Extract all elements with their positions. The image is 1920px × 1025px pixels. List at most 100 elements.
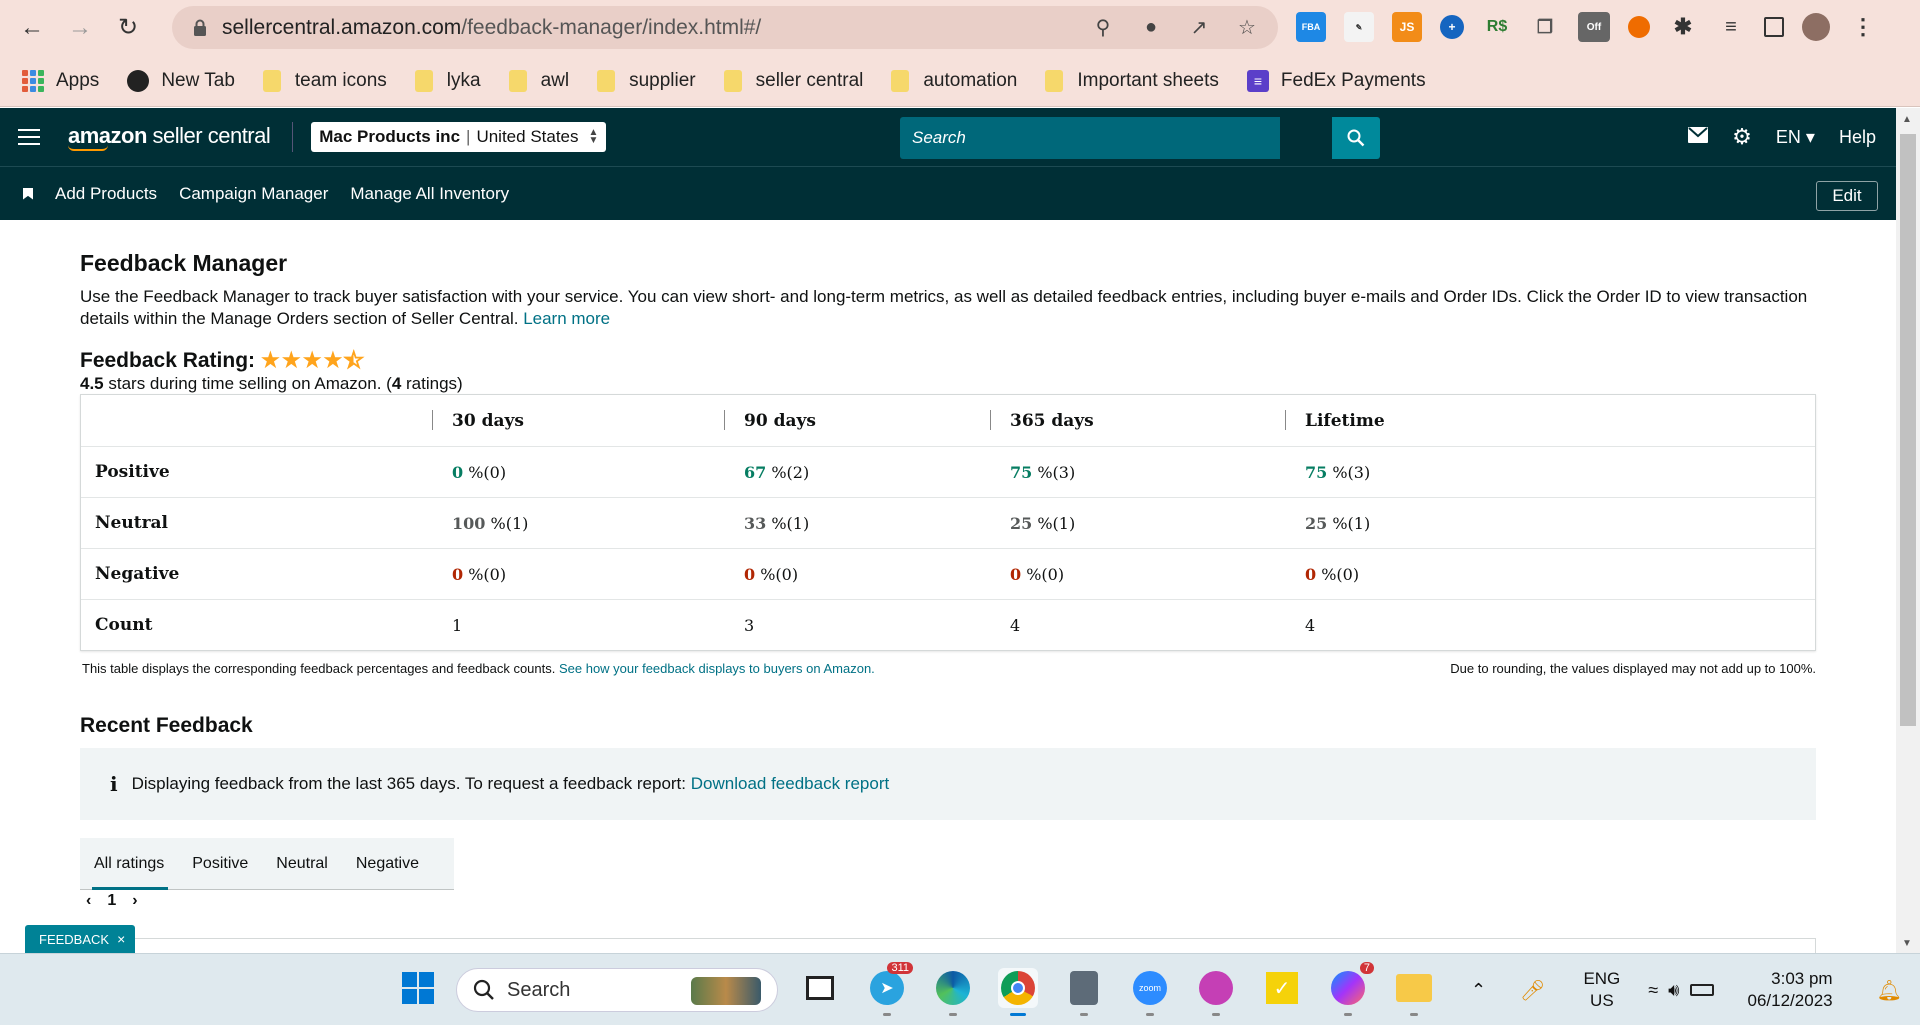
- buyer-view-link[interactable]: See how your feedback displays to buyers…: [559, 661, 875, 676]
- feedback-widget-button[interactable]: FEEDBACK ×: [25, 925, 135, 953]
- location-icon[interactable]: ●: [1138, 14, 1164, 40]
- tab-neutral[interactable]: Neutral: [276, 838, 328, 890]
- search-highlight-image: [691, 977, 761, 1005]
- tab-positive[interactable]: Positive: [192, 838, 248, 890]
- bookmark-awl[interactable]: awl: [508, 69, 569, 92]
- star-full-icon: ★: [281, 349, 301, 372]
- nav-campaign-manager[interactable]: Campaign Manager: [179, 184, 328, 204]
- account-selector[interactable]: Mac Products inc | United States ▲ ▼: [311, 122, 607, 152]
- calculator-icon[interactable]: [1064, 968, 1104, 1016]
- bookmark-new-tab[interactable]: New Tab: [127, 69, 235, 92]
- mail-icon[interactable]: [1688, 126, 1709, 148]
- battery-icon[interactable]: [1689, 984, 1714, 996]
- bookmark-apps[interactable]: Apps: [22, 69, 99, 92]
- nav-add-products[interactable]: Add Products: [55, 184, 157, 204]
- url-text[interactable]: sellercentral.amazon.com/feedback-manage…: [222, 16, 761, 40]
- table-note: This table displays the corresponding fe…: [82, 661, 875, 676]
- star-full-icon: ★: [302, 349, 322, 372]
- page-scrollbar[interactable]: ▲ ▼: [1896, 108, 1920, 953]
- tab-negative[interactable]: Negative: [356, 838, 419, 890]
- puzzle-extensions-icon[interactable]: ✱: [1668, 12, 1698, 42]
- zoom-icon[interactable]: zoom: [1130, 968, 1170, 1016]
- positive-lifetime: 75 %(3): [1305, 462, 1371, 482]
- rs-extension-icon[interactable]: R$: [1482, 12, 1512, 42]
- file-explorer-icon[interactable]: [1394, 968, 1434, 1016]
- language-selector[interactable]: EN ▾: [1776, 127, 1815, 148]
- bookmark-supplier[interactable]: supplier: [597, 69, 696, 92]
- count-365-days: 4: [1010, 615, 1021, 635]
- taskbar-search-input[interactable]: Search: [456, 968, 778, 1012]
- fba-extension-icon[interactable]: FBA: [1296, 12, 1326, 42]
- reading-list-icon[interactable]: ≡: [1716, 12, 1746, 42]
- off-extension-icon[interactable]: Off: [1578, 12, 1610, 42]
- clock[interactable]: 3:03 pm 06/12/2023: [1748, 968, 1833, 1012]
- chrome-icon[interactable]: [998, 968, 1038, 1016]
- chevron-right-icon[interactable]: ›: [132, 892, 137, 910]
- address-bar[interactable]: sellercentral.amazon.com/feedback-manage…: [172, 6, 1278, 49]
- back-icon[interactable]: ←: [16, 12, 48, 44]
- scrollbar-thumb[interactable]: [1900, 134, 1916, 726]
- hamburger-menu-icon[interactable]: [18, 129, 40, 145]
- side-panel-icon[interactable]: [1764, 17, 1784, 37]
- windows-start-icon[interactable]: [398, 968, 438, 1008]
- microphone-icon[interactable]: 🎤︎: [1520, 978, 1545, 1003]
- cube-extension-icon[interactable]: ❒: [1530, 12, 1560, 42]
- negative-lifetime: 0 %(0): [1305, 564, 1360, 584]
- rounding-note: Due to rounding, the values displayed ma…: [1450, 661, 1816, 676]
- bookmark-team-icons[interactable]: team icons: [262, 69, 387, 92]
- chrome-menu-icon[interactable]: ⋮: [1848, 12, 1878, 42]
- plus-extension-icon[interactable]: +: [1440, 15, 1464, 39]
- tab-all-ratings[interactable]: All ratings: [91, 838, 169, 890]
- scroll-up-icon[interactable]: ▲: [1902, 114, 1912, 125]
- seller-central-logo[interactable]: amazon seller central: [68, 123, 271, 151]
- lock-icon[interactable]: [190, 18, 210, 38]
- telegram-icon[interactable]: ➤ 311: [867, 962, 913, 1016]
- edge-icon[interactable]: [933, 968, 973, 1016]
- chevron-left-icon[interactable]: ‹: [86, 892, 91, 910]
- feedback-rating-heading: Feedback Rating: ★ ★ ★ ★ ★: [80, 348, 364, 373]
- edit-button[interactable]: Edit: [1816, 181, 1878, 211]
- bookmark-star-icon[interactable]: ☆: [1234, 14, 1260, 40]
- rating-tabs: All ratings Positive Neutral Negative: [80, 838, 454, 890]
- help-link[interactable]: Help: [1839, 127, 1876, 148]
- folder-icon: [262, 69, 281, 92]
- reload-icon[interactable]: ↻: [112, 12, 144, 44]
- profile-avatar[interactable]: [1802, 13, 1830, 41]
- bookmark-important-sheets[interactable]: Important sheets: [1045, 69, 1219, 92]
- wifi-icon[interactable]: ≈: [1648, 980, 1658, 1001]
- forward-icon[interactable]: →: [64, 12, 96, 44]
- firefox-extension-icon[interactable]: [1628, 16, 1650, 38]
- browser-toolbar: ← → ↻ sellercentral.amazon.com/feedback-…: [0, 0, 1920, 55]
- row-label-positive: Positive: [95, 462, 170, 482]
- negative-30-days: 0 %(0): [452, 564, 507, 584]
- bookmark-automation[interactable]: automation: [891, 69, 1017, 92]
- table-row-neutral: Neutral 100 %(1) 33 %(1) 25 %(1) 25 %(1): [81, 497, 1815, 548]
- search-input[interactable]: Search: [900, 117, 1280, 159]
- notification-bell-icon[interactable]: 🔔︎: [1877, 978, 1902, 1003]
- scroll-down-icon[interactable]: ▼: [1902, 938, 1912, 949]
- login-extension-icon[interactable]: ✎: [1344, 12, 1374, 42]
- nav-manage-all-inventory[interactable]: Manage All Inventory: [350, 184, 509, 204]
- volume-icon[interactable]: 🔊︎: [1668, 980, 1679, 1001]
- js-extension-icon[interactable]: JS: [1392, 12, 1422, 42]
- bookmark-flag-icon[interactable]: [23, 187, 33, 200]
- settings-gear-icon[interactable]: ⚙: [1732, 124, 1752, 150]
- neutral-90-days: 33 %(1): [744, 513, 810, 533]
- learn-more-link[interactable]: Learn more: [523, 309, 610, 328]
- bookmark-fedex-payments[interactable]: ≡ FedEx Payments: [1246, 69, 1426, 92]
- zoom-icon[interactable]: ⚲: [1090, 14, 1116, 40]
- download-report-link[interactable]: Download feedback report: [691, 774, 889, 794]
- chevron-up-icon[interactable]: ⌃: [1471, 980, 1486, 1001]
- bookmark-lyka[interactable]: lyka: [414, 69, 481, 92]
- search-button[interactable]: [1332, 117, 1380, 159]
- sticky-notes-icon[interactable]: ✓: [1262, 968, 1302, 1008]
- language-indicator[interactable]: ENG US: [1583, 968, 1620, 1012]
- wps-office-icon[interactable]: [1196, 968, 1236, 1016]
- bookmark-seller-central[interactable]: seller central: [723, 69, 863, 92]
- page-number[interactable]: 1: [107, 892, 116, 910]
- messenger-icon[interactable]: 7: [1328, 962, 1374, 1016]
- column-header-90-days: 90 days: [744, 410, 816, 431]
- task-view-icon[interactable]: [800, 968, 840, 1008]
- close-icon[interactable]: ×: [117, 931, 125, 947]
- share-icon[interactable]: ↗: [1186, 14, 1212, 40]
